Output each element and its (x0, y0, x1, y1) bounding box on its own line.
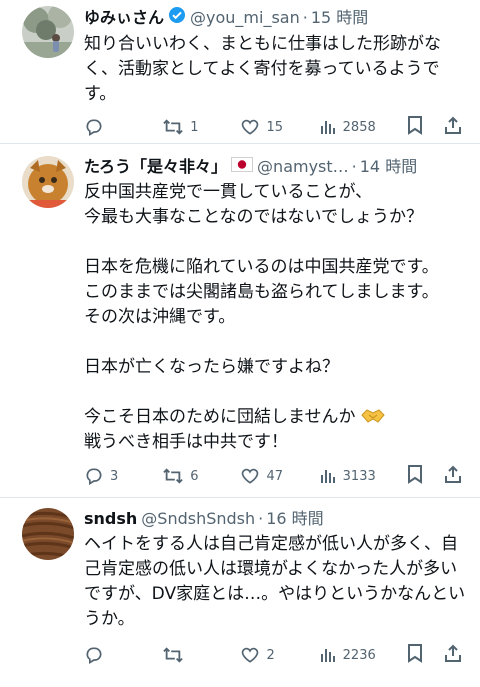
author-handle[interactable]: @SndshSndsh (141, 508, 255, 530)
author-name[interactable]: ゆみぃさん (84, 7, 164, 29)
timestamp[interactable]: 15 時間 (311, 7, 368, 29)
timestamp[interactable]: 14 時間 (360, 156, 417, 178)
like-button[interactable]: 15 (240, 117, 288, 137)
views-icon (319, 467, 337, 485)
repost-icon (162, 117, 184, 137)
handshake-emoji-icon (360, 407, 385, 429)
repost-button[interactable] (162, 645, 210, 665)
tweet-text: ヘイトをする人は自己肯定感が低い人が多く、自己肯定感の低い人は環境がよくなかった… (84, 534, 466, 629)
reply-button[interactable] (84, 117, 132, 137)
views-button[interactable]: 2236 (319, 646, 376, 664)
reply-icon (84, 466, 104, 486)
tweet-text: 知り合いいわく、まともに仕事はした形跡がなく、活動家としてよく寄付を募っているよ… (84, 34, 441, 104)
verified-badge-icon (168, 6, 186, 30)
repost-button[interactable]: 1 (162, 117, 210, 137)
author-handle[interactable]: @namyst… (257, 156, 349, 178)
reply-button[interactable]: 3 (84, 466, 132, 486)
views-icon (319, 646, 337, 664)
views-count: 2858 (342, 119, 376, 135)
repost-button[interactable]: 6 (162, 466, 210, 486)
tweet[interactable]: たろう「是々非々」 @namyst… · 14 時間 反中国共産党で一貫している… (0, 144, 480, 498)
author-handle[interactable]: @you_mi_san (190, 7, 300, 29)
bookmark-icon[interactable] (406, 464, 424, 488)
share-icon[interactable] (444, 115, 462, 139)
like-count: 15 (266, 119, 283, 135)
views-button[interactable]: 2858 (319, 118, 376, 136)
avatar[interactable] (22, 156, 74, 208)
like-icon (240, 466, 260, 486)
avatar[interactable] (22, 6, 74, 58)
like-icon (240, 117, 260, 137)
tweet[interactable]: ゆみぃさん @you_mi_san · 15 時間 知り合いいわく、まともに仕事… (0, 0, 480, 144)
repost-icon (162, 466, 184, 486)
views-icon (319, 118, 337, 136)
avatar[interactable] (22, 508, 74, 560)
like-icon (240, 645, 260, 665)
like-button[interactable]: 47 (240, 466, 288, 486)
reply-count: 3 (110, 468, 119, 484)
author-name[interactable]: たろう「是々非々」 (84, 156, 227, 178)
bookmark-icon[interactable] (406, 643, 424, 667)
timeline-feed: ゆみぃさん @you_mi_san · 15 時間 知り合いいわく、まともに仕事… (0, 0, 480, 687)
timestamp[interactable]: 16 時間 (266, 508, 323, 530)
japan-flag-icon (231, 156, 254, 178)
share-icon[interactable] (444, 464, 462, 488)
separator-dot: · (351, 157, 357, 176)
share-icon[interactable] (444, 643, 462, 667)
author-name[interactable]: sndsh (84, 508, 137, 530)
tweet-text-line: 戦うべき相手は中共です！ (84, 432, 288, 452)
bookmark-icon[interactable] (406, 115, 424, 139)
repost-icon (162, 645, 184, 665)
tweet-text: 反中国共産党で一貫していることが、 今最も大事なことなのではないでしょうか？ 日… (84, 182, 439, 427)
reply-icon (84, 117, 104, 137)
like-count: 47 (266, 468, 283, 484)
separator-dot: · (258, 509, 264, 528)
tweet[interactable]: sndsh @SndshSndsh · 16 時間 ヘイトをする人は自己肯定感が… (0, 498, 480, 687)
repost-count: 6 (190, 468, 199, 484)
views-button[interactable]: 3133 (319, 467, 376, 485)
separator-dot: · (302, 8, 308, 27)
repost-count: 1 (190, 119, 199, 135)
reply-button[interactable] (84, 645, 132, 665)
reply-icon (84, 645, 104, 665)
like-button[interactable]: 2 (240, 645, 288, 665)
views-count: 3133 (342, 468, 376, 484)
views-count: 2236 (342, 647, 376, 663)
like-count: 2 (266, 647, 275, 663)
